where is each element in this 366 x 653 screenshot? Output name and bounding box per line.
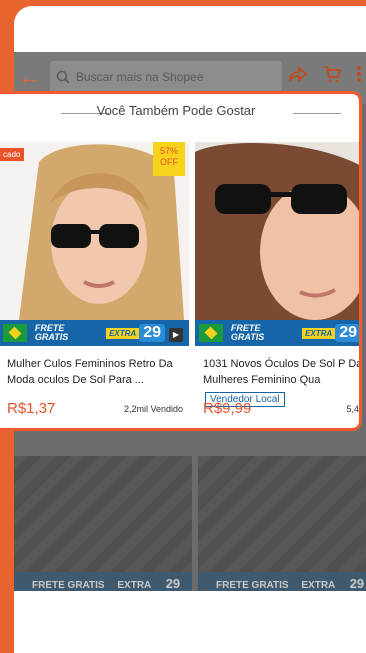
discount-badge: 57% OFF (153, 142, 185, 176)
share-icon[interactable] (288, 64, 308, 84)
product-card[interactable]: FRETE GRATIS EXTRA 29 1031 Novos Óculos … (195, 142, 362, 427)
brazil-flag-icon (199, 324, 223, 342)
product-tag: cado (0, 148, 25, 161)
product-price: R$1,37 (7, 400, 56, 417)
product-image (195, 142, 359, 320)
product-title: 1031 Novos Óculos De Sol P Das Mulheres … (203, 358, 362, 386)
background-product-card[interactable]: FRETE GRATIS EXTRA 29 (14, 456, 192, 596)
free-shipping-banner: FRETE GRATIS EXTRA 29 (195, 320, 359, 346)
brazil-flag-icon (3, 324, 27, 342)
search-placeholder: Buscar mais na Shopee (76, 70, 204, 84)
bottom-area (14, 591, 366, 653)
product-image: cado 57% OFF (0, 142, 189, 320)
back-arrow-icon[interactable]: ← (18, 65, 40, 89)
product-card[interactable]: cado 57% OFF FRETE GRATIS EXTRA 29 ▶ Mul… (0, 142, 189, 427)
video-play-icon[interactable]: ▶ (169, 328, 183, 342)
product-price: R$9,99 (203, 400, 252, 417)
background-product-card[interactable]: FRETE GRATIS EXTRA 29 (198, 456, 366, 596)
product-sold-count: 5,4mil V (346, 404, 359, 414)
popup-title: Você Também Pode Gostar (96, 103, 256, 118)
cart-icon[interactable] (322, 64, 342, 84)
more-icon[interactable] (356, 64, 362, 84)
search-input[interactable]: Buscar mais na Shopee (50, 61, 282, 93)
free-shipping-banner: FRETE GRATIS EXTRA 29 (0, 320, 189, 346)
recommendation-popup: Você Também Pode Gostar cado 57% OFF FRE (0, 91, 362, 431)
product-title: Mulher Culos Femininos Retro Da Moda ocu… (7, 358, 173, 386)
search-icon (56, 70, 70, 84)
product-sold-count: 2,2mil Vendido (123, 404, 183, 414)
